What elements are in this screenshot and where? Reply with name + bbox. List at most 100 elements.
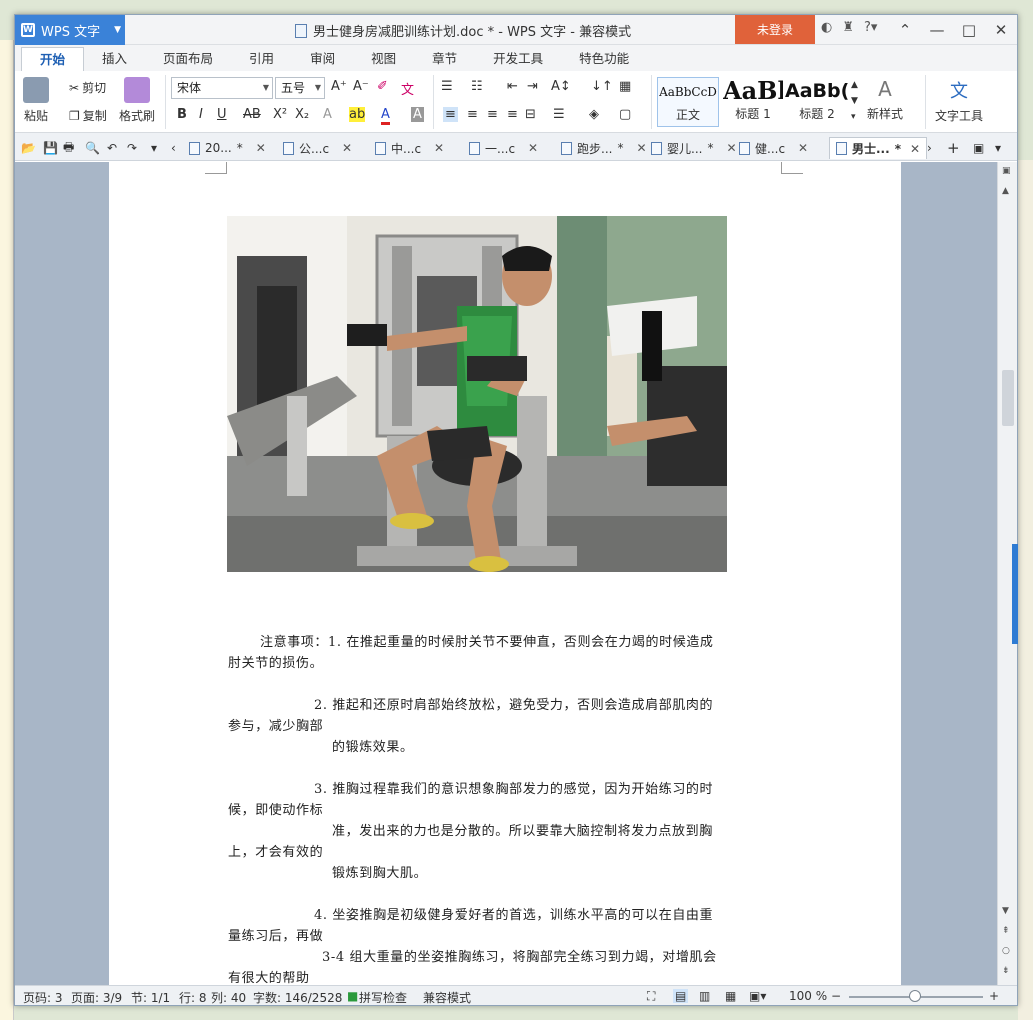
text-effect-icon[interactable]: A <box>323 107 332 122</box>
doc-tab[interactable]: 20... * ✕ <box>189 137 266 159</box>
align-right-icon[interactable]: ≡ <box>487 107 498 122</box>
skin-icon[interactable]: ♜ <box>842 20 854 35</box>
style-heading-1[interactable]: AaBl 标题 1 <box>723 77 783 127</box>
tab-menu-icon[interactable]: ▾ <box>995 137 1001 159</box>
table-grid-icon[interactable]: ▦ <box>619 79 631 94</box>
doc-tab[interactable]: 一...c ✕ <box>469 137 538 159</box>
status-column[interactable]: 列: 40 <box>211 989 246 1005</box>
close-tab-icon[interactable]: ✕ <box>636 141 646 155</box>
zoom-slider-knob[interactable] <box>909 990 921 1002</box>
superscript-icon[interactable]: X² <box>273 107 287 122</box>
grow-font-icon[interactable]: A⁺ <box>331 79 347 94</box>
scrollbar-thumb[interactable] <box>1002 370 1014 426</box>
doc-tab[interactable]: 中...c ✕ <box>375 137 444 159</box>
bold-icon[interactable]: B <box>177 107 187 122</box>
reading-view-icon[interactable]: ▣▾ <box>749 989 766 1003</box>
close-tab-icon[interactable]: ✕ <box>434 141 444 155</box>
new-style-button[interactable]: A 新样式 <box>867 77 903 122</box>
format-painter-button[interactable]: 格式刷 <box>119 77 155 124</box>
tab-scroll-left-icon[interactable]: ‹ <box>171 137 176 159</box>
style-heading-2[interactable]: AaBb( 标题 2 <box>785 77 849 127</box>
close-tab-icon[interactable]: ✕ <box>256 141 266 155</box>
doc-tab[interactable]: 婴儿... * ✕ <box>651 137 737 159</box>
font-name-select[interactable]: 宋体 ▼ <box>171 77 273 99</box>
strikethrough-icon[interactable]: AB <box>243 107 261 122</box>
close-tab-icon[interactable]: ✕ <box>342 141 352 155</box>
tab-insert[interactable]: 插入 <box>84 47 145 71</box>
print-preview-icon[interactable]: 🔍 <box>85 137 100 159</box>
login-button[interactable]: 未登录 <box>735 15 815 44</box>
tab-references[interactable]: 引用 <box>231 47 292 71</box>
borders-icon[interactable]: ▢ <box>619 107 631 122</box>
close-button[interactable]: ✕ <box>985 15 1017 44</box>
status-line[interactable]: 行: 8 <box>179 989 207 1005</box>
close-tab-icon[interactable]: ✕ <box>528 141 538 155</box>
scroll-up-icon[interactable]: ▲ <box>1002 186 1009 196</box>
styles-scroll-icon[interactable]: ▲ ▼ ▾ <box>851 77 858 125</box>
phonetic-icon[interactable]: 文 <box>401 79 414 98</box>
quick-open-icon[interactable]: 📂 <box>21 137 36 159</box>
print-icon[interactable]: 🖶 <box>63 137 74 159</box>
select-browse-icon[interactable]: ○ <box>1002 946 1010 956</box>
decrease-indent-icon[interactable]: ⇤ <box>507 79 518 94</box>
next-page-icon[interactable]: ⇟ <box>1002 966 1010 976</box>
underline-icon[interactable]: U <box>217 107 227 122</box>
doc-tab[interactable]: 跑步... * ✕ <box>561 137 647 159</box>
clear-format-icon[interactable]: ✐ <box>377 79 388 94</box>
tab-special-features[interactable]: 特色功能 <box>561 47 647 71</box>
save-icon[interactable]: 💾 <box>43 137 58 159</box>
status-zoom[interactable]: 100 % <box>789 989 827 1003</box>
gym-photo[interactable] <box>227 216 727 572</box>
status-page-code[interactable]: 页码: 3 <box>23 989 63 1005</box>
page-view-icon[interactable]: ▤ <box>673 989 689 1003</box>
fullscreen-view-icon[interactable]: ⛶ <box>647 989 655 1004</box>
maximize-button[interactable]: □ <box>953 15 985 44</box>
italic-icon[interactable]: I <box>199 107 203 122</box>
new-tab-icon[interactable]: + <box>947 137 960 159</box>
bullets-icon[interactable]: ☰ <box>441 79 453 94</box>
help-icon[interactable]: ?▾ <box>864 20 877 35</box>
tab-developer[interactable]: 开发工具 <box>475 47 561 71</box>
more-icon[interactable]: ▾ <box>151 137 157 159</box>
collapse-ribbon-icon[interactable]: ⌃ <box>889 15 921 44</box>
tab-page-layout[interactable]: 页面布局 <box>145 47 231 71</box>
align-center-icon[interactable]: ≡ <box>467 107 478 122</box>
app-menu-button[interactable]: W WPS 文字 ▼ <box>15 15 125 45</box>
tab-home[interactable]: 开始 <box>21 47 85 71</box>
cloud-icon[interactable]: ◐ <box>821 20 832 35</box>
subscript-icon[interactable]: X₂ <box>295 107 309 122</box>
numbering-icon[interactable]: ☷ <box>471 79 483 94</box>
status-section[interactable]: 节: 1/1 <box>131 989 170 1005</box>
copy-button[interactable]: ❐ 复制 <box>69 107 107 124</box>
close-tab-icon[interactable]: ✕ <box>910 142 920 156</box>
scroll-settings-icon[interactable]: ▣ <box>1002 166 1011 176</box>
document-text[interactable]: 注意事项：1. 在推起重量的时候肘关节不要伸直，否则会在力竭的时候造成 肘关节的… <box>228 632 784 985</box>
tab-view[interactable]: 视图 <box>353 47 414 71</box>
tab-scroll-right-icon[interactable]: › <box>927 137 932 159</box>
status-page[interactable]: 页面: 3/9 <box>71 989 122 1005</box>
status-compat-mode[interactable]: 兼容模式 <box>423 989 471 1005</box>
outline-view-icon[interactable]: ▥ <box>699 989 710 1003</box>
previous-page-icon[interactable]: ⇞ <box>1002 926 1010 936</box>
document-page[interactable]: 注意事项：1. 在推起重量的时候肘关节不要伸直，否则会在力竭的时候造成 肘关节的… <box>109 162 901 985</box>
tab-review[interactable]: 审阅 <box>292 47 353 71</box>
tab-section[interactable]: 章节 <box>414 47 475 71</box>
distribute-icon[interactable]: ⊟ <box>525 107 536 122</box>
cut-button[interactable]: ✂ 剪切 <box>69 79 106 96</box>
scroll-down-icon[interactable]: ▼ <box>1002 906 1009 916</box>
status-word-count[interactable]: 字数: 146/2528 <box>253 989 342 1005</box>
doc-tab[interactable]: 公...c ✕ <box>283 137 352 159</box>
doc-tab[interactable]: 健...c ✕ <box>739 137 808 159</box>
increase-indent-icon[interactable]: ⇥ <box>527 79 538 94</box>
tab-list-icon[interactable]: ▣ <box>973 137 984 159</box>
shrink-font-icon[interactable]: A⁻ <box>353 79 369 94</box>
status-spellcheck[interactable]: 拼写检查 <box>359 989 407 1005</box>
undo-icon[interactable]: ↶ <box>107 137 117 159</box>
font-color-icon[interactable]: A <box>381 107 390 125</box>
style-normal[interactable]: AaBbCcD 正文 <box>657 77 719 127</box>
close-tab-icon[interactable]: ✕ <box>798 141 808 155</box>
doc-tab-active[interactable]: 男士... * ✕ <box>829 137 928 159</box>
char-shading-icon[interactable]: A <box>411 107 424 122</box>
sort-icon[interactable]: ↓↑ <box>591 79 613 94</box>
paste-button[interactable]: 粘贴 <box>23 77 49 124</box>
